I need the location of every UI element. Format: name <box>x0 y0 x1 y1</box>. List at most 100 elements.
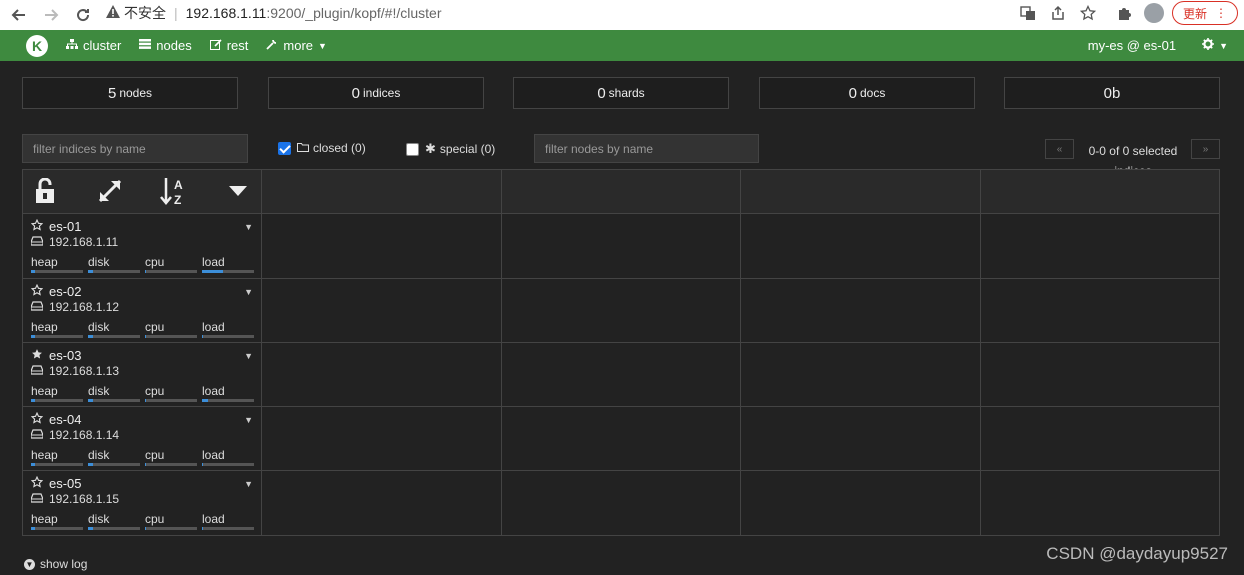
pager-prev-button[interactable]: « <box>1045 139 1074 159</box>
app-navbar: K cluster nodes rest more ▼ my-es @ es-0… <box>0 30 1244 61</box>
metric-label: cpu <box>145 512 165 526</box>
grid-header: AZ <box>23 170 1219 214</box>
metric-bar-fill <box>202 270 223 273</box>
extensions-icon[interactable] <box>1112 1 1136 25</box>
stat-label: shards <box>608 86 645 100</box>
metric-load: load <box>202 512 254 530</box>
stat-value: 0b <box>1103 84 1121 102</box>
metric-bar <box>145 270 197 273</box>
metric-heap: heap <box>31 448 83 466</box>
indices-filter-input[interactable]: filter indices by name <box>22 134 248 163</box>
node-menu-caret-icon[interactable]: ▼ <box>244 351 253 361</box>
node-row: es-05 ▼ 192.168.1.15 heap disk cpu load <box>23 471 261 535</box>
bookmark-star-icon[interactable] <box>1076 1 1100 25</box>
server-icon <box>139 39 152 52</box>
watermark: CSDN @daydayup9527 <box>1046 544 1228 563</box>
stat-label: nodes <box>119 86 153 100</box>
cluster-name: my-es @ es-01 <box>1087 38 1177 53</box>
folder-icon <box>297 141 309 155</box>
metric-bar-fill <box>202 527 204 530</box>
metric-label: heap <box>31 384 58 398</box>
metric-bar-fill <box>145 463 147 466</box>
closed-checkbox[interactable]: closed (0) <box>278 141 366 155</box>
node-name-row: es-03 <box>31 348 82 363</box>
special-label: special (0) <box>439 142 496 156</box>
sort-alpha-icon[interactable]: AZ <box>159 176 189 206</box>
sitemap-icon <box>66 38 78 53</box>
kopf-logo[interactable]: K <box>26 34 48 57</box>
metric-heap: heap <box>31 255 83 273</box>
stat-value: 5 <box>107 84 117 102</box>
translate-icon[interactable] <box>1016 1 1040 25</box>
node-name: es-02 <box>49 284 82 299</box>
metric-label: disk <box>88 384 110 398</box>
stat-docs: 0 docs <box>759 77 975 109</box>
stat-shards: 0 shards <box>513 77 729 109</box>
metric-bar-fill <box>31 527 36 530</box>
url-host: 192.168.1.11 <box>185 5 267 21</box>
reload-icon[interactable] <box>68 0 98 30</box>
checkbox-checked[interactable] <box>278 141 291 155</box>
stat-value: 0 <box>597 84 606 102</box>
share-icon[interactable] <box>1046 1 1070 25</box>
node-name: es-01 <box>49 219 82 234</box>
stat-nodes: 5 nodes <box>22 77 238 109</box>
metric-label: cpu <box>145 448 165 462</box>
show-log-label: show log <box>40 557 88 571</box>
metric-bar-fill <box>31 463 36 466</box>
hdd-icon <box>30 235 44 249</box>
nav-rest[interactable]: rest <box>209 38 248 53</box>
metric-bar <box>202 335 254 338</box>
node-ip: 192.168.1.15 <box>49 492 120 506</box>
metric-label: heap <box>31 448 58 462</box>
nodes-filter-input[interactable]: filter nodes by name <box>534 134 759 163</box>
star-icon <box>30 411 44 427</box>
metric-disk: disk <box>88 448 140 466</box>
metric-bar <box>31 335 83 338</box>
star-icon <box>30 218 44 234</box>
node-menu-caret-icon[interactable]: ▼ <box>244 287 253 297</box>
node-row: es-02 ▼ 192.168.1.12 heap disk cpu load <box>23 279 261 343</box>
nav-more[interactable]: more ▼ <box>266 38 327 53</box>
node-menu-caret-icon[interactable]: ▼ <box>244 415 253 425</box>
nav-more-label: more <box>283 38 314 53</box>
metric-label: heap <box>31 512 58 526</box>
nav-nodes[interactable]: nodes <box>139 38 192 53</box>
metric-bar-fill <box>31 399 36 402</box>
metric-bar <box>31 399 83 402</box>
node-menu-caret-icon[interactable]: ▼ <box>244 222 253 232</box>
metric-cpu: cpu <box>145 320 197 338</box>
caret-down-icon[interactable] <box>223 176 253 206</box>
node-row: es-04 ▼ 192.168.1.14 heap disk cpu load <box>23 407 261 471</box>
forward-icon[interactable] <box>36 0 66 30</box>
metric-bar <box>145 335 197 338</box>
expand-icon[interactable] <box>95 176 125 206</box>
metric-bar <box>202 399 254 402</box>
metric-label: load <box>202 255 225 269</box>
metric-heap: heap <box>31 384 83 402</box>
stat-size: 0b <box>1004 77 1220 109</box>
metric-label: heap <box>31 255 58 269</box>
profile-avatar[interactable] <box>1142 1 1166 25</box>
pager-next-button[interactable]: » <box>1191 139 1220 159</box>
address-bar[interactable]: 不安全 | 192.168.1.11 :9200/_plugin/kopf/#!… <box>106 0 1106 26</box>
unlock-icon[interactable] <box>31 176 61 206</box>
checkbox-unchecked[interactable] <box>406 142 419 156</box>
column-divider <box>501 170 502 535</box>
nav-nodes-label: nodes <box>156 38 192 53</box>
node-ip: 192.168.1.14 <box>49 428 120 442</box>
node-menu-caret-icon[interactable]: ▼ <box>244 479 253 489</box>
metric-bar <box>88 270 140 273</box>
metric-bar <box>202 270 254 273</box>
show-log-toggle[interactable]: ▼ show log <box>24 557 87 571</box>
metric-bar-fill <box>88 463 94 466</box>
node-name: es-03 <box>49 348 82 363</box>
update-button[interactable]: 更新 ⋮ <box>1171 1 1238 25</box>
update-label: 更新 <box>1182 6 1207 21</box>
back-icon[interactable] <box>4 0 34 30</box>
settings-menu[interactable]: ▼ <box>1202 38 1228 53</box>
metric-bar-fill <box>31 270 36 273</box>
special-checkbox[interactable]: ✱ special (0) <box>406 141 495 157</box>
metric-load: load <box>202 255 254 273</box>
nav-cluster[interactable]: cluster <box>66 38 121 53</box>
